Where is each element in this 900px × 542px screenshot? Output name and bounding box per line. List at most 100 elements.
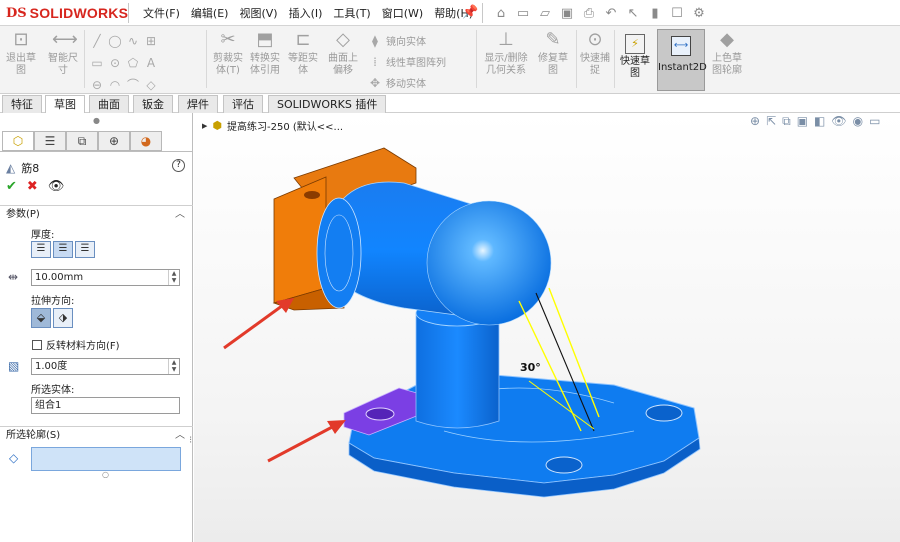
selected-bodies-field[interactable]: 组合1 [31,397,180,414]
parallel-to-sketch-button[interactable]: ⬙ [31,308,51,328]
spline-icon[interactable]: ∿ [126,34,140,48]
polygon-icon[interactable]: ⬠ [126,56,140,70]
tab-sheet-metal[interactable]: 钣金 [133,95,173,113]
draft-spinner[interactable]: ▲ ▼ [168,359,179,374]
slot2-icon[interactable]: ⊖ [90,78,104,92]
angle-dimension[interactable]: 30° [520,361,541,374]
options-gear-icon[interactable]: ⚙ [690,6,708,21]
display-relations-button[interactable]: ⊥ 显示/删除 几何关系 [480,29,532,77]
offset-surface-button[interactable]: ◇ 曲面上 偏移 [324,29,362,77]
thickness-input[interactable]: 10.00mm ▲ ▼ [31,269,180,286]
mirror-entities-button[interactable]: ⧫ 镜向实体 [368,33,426,49]
offset-surface-icon: ◇ [336,29,350,50]
slot-icon[interactable]: ⊙ [108,56,122,70]
instant2d-button[interactable]: ⟷ Instant2D [657,29,707,91]
command-tabs: 特征 草图 曲面 钣金 焊件 评估 SOLIDWORKS 插件 [0,94,900,114]
thickness-both-sides-button[interactable]: ☰ [53,241,73,258]
flip-material-checkbox[interactable]: 反转材料方向(F) [32,337,120,352]
exit-sketch-label: 退出草 图 [6,53,36,76]
thickness-dim-icon: ⇹ [8,270,19,284]
cancel-x-icon[interactable]: ✖ [27,179,38,194]
ok-check-icon[interactable]: ✔ [6,179,17,194]
select-icon[interactable]: ↖ [624,6,642,21]
circle-icon[interactable]: ◯ [108,34,122,48]
trim-icon: ✂ [220,29,236,50]
quick-snaps-button[interactable]: ⊙ 快速捕 捉 [578,29,612,77]
panel-grip[interactable]: ● [93,116,100,125]
tab-evaluate[interactable]: 评估 [223,95,263,113]
feature-manager-tab[interactable]: ⬡ [2,131,34,151]
thickness-first-side-button[interactable]: ☰ [31,241,51,258]
offset-entities-button[interactable]: ⊏ 等距实 体 [285,29,321,77]
collapse-chevron-icon[interactable]: ︿ [175,427,185,445]
flip-material-box[interactable] [32,339,42,350]
rebuild-icon[interactable]: ▮ [646,6,664,21]
collapse-chevron-icon[interactable]: ︿ [175,206,185,224]
thickness-spinner[interactable]: ▲ ▼ [168,270,179,285]
menu-file[interactable]: 文件(F) [143,5,180,21]
smart-dimension-button[interactable]: ⟷ 智能尺 寸 [44,29,82,77]
draft-angle-input[interactable]: 1.00度 ▲ ▼ [31,358,180,375]
tab-features[interactable]: 特征 [2,95,42,113]
shaded-contours-button[interactable]: ◆ 上色草 图轮廓 [708,29,746,77]
menu-view[interactable]: 视图(V) [239,5,277,21]
smart-dimension-label: 智能尺 寸 [48,53,78,76]
fillet-icon[interactable]: ⌒ [126,76,140,93]
parameters-section-header[interactable]: 参数(P) ︿ [0,205,193,223]
instant2d-icon: ⟷ [671,36,691,56]
file-properties-icon[interactable]: ☐ [668,6,686,21]
convert-entities-button[interactable]: ⬒ 转换实 体引用 [246,29,284,77]
resize-grip[interactable]: ○ [102,470,109,479]
save-icon[interactable]: ▣ [558,6,576,21]
tab-weldments[interactable]: 焊件 [178,95,218,113]
normal-to-sketch-button[interactable]: ⬗ [53,308,73,328]
tab-solidworks-addins[interactable]: SOLIDWORKS 插件 [268,95,387,113]
linear-pattern-button[interactable]: ⁞ 线性草图阵列 [368,54,446,70]
selected-contours-box[interactable] [31,447,181,471]
exit-sketch-icon: ⊡ [13,29,29,50]
help-icon[interactable]: ? [172,159,185,172]
configuration-manager-tab[interactable]: ⧉ [66,131,98,151]
move-entities-button[interactable]: ✥ 移动实体 [368,75,426,91]
property-manager-tab[interactable]: ☰ [34,131,66,151]
panel-splitter[interactable]: ⁝ [189,435,192,446]
repair-label: 修复草 图 [538,53,568,76]
home-icon[interactable]: ⌂ [492,6,510,21]
print-icon[interactable]: ⎙ [580,6,598,21]
tab-sketch[interactable]: 草图 [45,95,85,114]
horizontal-cylinder[interactable] [316,181,552,326]
text-icon[interactable]: A [144,56,158,70]
pin-icon[interactable]: 📌 [462,5,478,20]
exit-sketch-button[interactable]: ⊡ 退出草 图 [4,29,38,77]
menu-insert[interactable]: 插入(I) [289,5,323,21]
dimxpert-manager-tab[interactable]: ⊕ [98,131,130,151]
undo-icon[interactable]: ↶ [602,6,620,21]
new-icon[interactable]: ▭ [514,6,532,21]
instant2d-label: Instant2D [658,62,707,73]
rectangle-icon[interactable]: ▭ [90,56,104,70]
command-manager-ribbon: ⊡ 退出草 图 ⟷ 智能尺 寸 ╱ ◯ ∿ ⊞ ▭ ⊙ ⬠ A ⊖ ◠ ⌒ ◇ ✂ 剪裁实 体(T… [0,26,900,94]
plane-icon[interactable]: ◇ [144,78,158,92]
tab-surfaces[interactable]: 曲面 [89,95,129,113]
divider [128,3,129,23]
preview-eye-icon[interactable]: 👁 [48,179,65,194]
menu-edit[interactable]: 编辑(E) [191,5,229,21]
menu-tools[interactable]: 工具(T) [333,5,370,21]
display-manager-tab[interactable]: ◕ [130,131,162,151]
property-manager: ● ⬡ ☰ ⧉ ⊕ ◕ ◭ 筋8 ? ✔ ✖ 👁 参数(P) ︿ 厚度: ☰ ☰… [0,113,193,542]
grid-icon[interactable]: ⊞ [144,34,158,48]
solidworks-logo[interactable]: DS SOLIDWORKS [6,3,128,23]
line-icon[interactable]: ╱ [90,34,104,48]
trim-entities-button[interactable]: ✂ 剪裁实 体(T) [210,29,246,77]
open-icon[interactable]: ▱ [536,6,554,21]
repair-sketch-button[interactable]: ✎ 修复草 图 [534,29,572,77]
draft-icon[interactable]: ▧ [8,359,19,373]
rapid-sketch-button[interactable]: ⚡ 快速草 图 [616,30,654,88]
graphics-area[interactable]: ▶ ⬢ 提高练习-250 (默认<<... ⊕ ⇱ ⧉ ▣ ◧ 👁 ◉ ▭ 30… [194,113,900,542]
thickness-second-side-button[interactable]: ☰ [75,241,95,258]
mirror-label: 镜向实体 [386,37,426,48]
menu-window[interactable]: 窗口(W) [382,5,423,21]
selected-contours-section-header[interactable]: 所选轮廓(S) ︿ [0,426,193,444]
thickness-label: 厚度: [31,230,55,241]
arc-icon[interactable]: ◠ [108,78,122,92]
